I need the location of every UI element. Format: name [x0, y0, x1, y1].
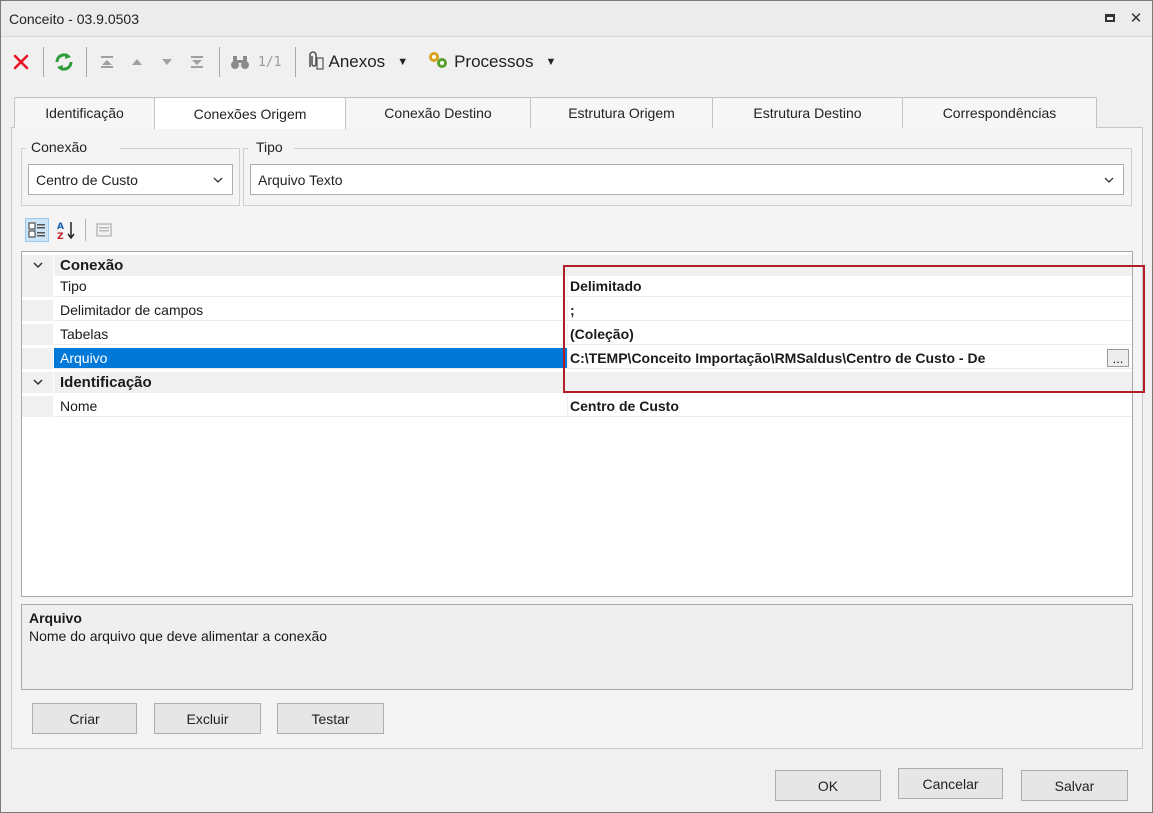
test-button[interactable]: Testar: [277, 703, 384, 734]
toolbar-separator: [43, 47, 44, 77]
categorized-icon[interactable]: [25, 218, 49, 242]
file-path-value[interactable]: C:\TEMP\Conceito Importação\RMSaldus\Cen…: [570, 350, 985, 366]
tab-conexao-destino[interactable]: Conexão Destino: [345, 97, 531, 128]
property-row-arquivo[interactable]: Arquivo C:\TEMP\Conceito Importação\RMSa…: [22, 348, 1132, 369]
ok-button[interactable]: OK: [775, 770, 881, 801]
toolbar: 1/1 Anexos ▼ Processos ▼: [1, 38, 1152, 86]
binoculars-icon[interactable]: [226, 48, 254, 76]
property-name: Arquivo: [54, 348, 567, 369]
connection-select[interactable]: Centro de Custo: [28, 164, 233, 195]
connection-label: Conexão: [28, 139, 91, 155]
property-name: Delimitador de campos: [54, 300, 567, 321]
property-help-pane: Arquivo Nome do arquivo que deve aliment…: [21, 604, 1133, 690]
property-name: Tipo: [54, 276, 567, 297]
first-record-icon[interactable]: [93, 48, 121, 76]
tab-estrutura-origem[interactable]: Estrutura Origem: [530, 97, 713, 128]
refresh-icon[interactable]: [50, 48, 78, 76]
tab-correspondencias[interactable]: Correspondências: [902, 97, 1097, 128]
property-grid-toolbar: AZ: [21, 213, 1133, 247]
help-description: Nome do arquivo que deve alimentar a con…: [29, 628, 328, 644]
property-name: Nome: [54, 396, 567, 417]
chevron-down-icon[interactable]: [32, 376, 44, 388]
close-x-icon[interactable]: [7, 48, 35, 76]
processes-gear-icon: [426, 49, 450, 76]
next-record-icon[interactable]: [153, 48, 181, 76]
chevron-down-icon[interactable]: [32, 259, 44, 271]
tab-strip: Identificação Conexões Origem Conexão De…: [14, 97, 1097, 130]
cancel-button[interactable]: Cancelar: [898, 768, 1003, 799]
property-name: Tabelas: [54, 324, 567, 345]
toolbar-separator: [86, 47, 87, 77]
processes-menu[interactable]: Processos ▼: [426, 49, 556, 76]
category-label: Identificação: [54, 372, 1132, 393]
property-row-nome[interactable]: Nome Centro de Custo: [22, 396, 1132, 417]
property-value[interactable]: ;: [568, 300, 1132, 321]
svg-text:Z: Z: [57, 232, 64, 241]
previous-record-icon[interactable]: [123, 48, 151, 76]
help-title: Arquivo: [29, 610, 82, 626]
dialog-window: Conceito - 03.9.0503 ✕ 1/1 Anexos ▼ Proc…: [0, 0, 1153, 813]
chevron-down-icon: [213, 177, 223, 183]
create-button[interactable]: Criar: [32, 703, 137, 734]
chevron-down-icon: ▼: [545, 56, 557, 68]
processes-label: Processos: [454, 52, 534, 71]
chevron-down-icon: ▼: [397, 56, 409, 68]
tab-estrutura-destino[interactable]: Estrutura Destino: [712, 97, 903, 128]
connection-value: Centro de Custo: [36, 171, 138, 188]
tab-conexoes-origem[interactable]: Conexões Origem: [154, 97, 346, 130]
property-value[interactable]: Delimitado: [568, 276, 1132, 297]
category-row-identificacao[interactable]: Identificação: [22, 372, 1132, 393]
svg-text:A: A: [57, 222, 64, 232]
property-row-tipo[interactable]: Tipo Delimitado: [22, 276, 1132, 297]
tab-identificacao[interactable]: Identificação: [14, 97, 155, 128]
category-row-conexao[interactable]: Conexão: [22, 255, 1132, 276]
type-value: Arquivo Texto: [258, 171, 343, 188]
record-pager: 1/1: [258, 54, 282, 70]
delete-button[interactable]: Excluir: [154, 703, 261, 734]
type-label: Tipo: [253, 139, 286, 155]
toolbar-separator: [219, 47, 220, 77]
category-label: Conexão: [54, 255, 1132, 276]
close-window-icon[interactable]: ✕: [1128, 10, 1144, 27]
restore-icon[interactable]: [1102, 10, 1118, 26]
property-pages-icon[interactable]: [92, 218, 116, 242]
chevron-down-icon: [1104, 177, 1114, 183]
paperclip-icon: [302, 49, 325, 76]
browse-ellipsis-button[interactable]: ...: [1107, 349, 1129, 367]
property-grid: Conexão Tipo Delimitado Delimitador de c…: [21, 251, 1133, 597]
property-row-tabelas[interactable]: Tabelas (Coleção): [22, 324, 1132, 345]
attachments-label: Anexos: [328, 52, 386, 71]
type-select[interactable]: Arquivo Texto: [250, 164, 1124, 195]
last-record-icon[interactable]: [183, 48, 211, 76]
alphabetical-sort-icon[interactable]: AZ: [55, 218, 79, 242]
toolbar-separator: [295, 47, 297, 77]
attachments-menu[interactable]: Anexos ▼: [302, 49, 408, 76]
title-bar: Conceito - 03.9.0503 ✕: [1, 1, 1152, 37]
save-button[interactable]: Salvar: [1021, 770, 1128, 801]
property-value[interactable]: (Coleção): [568, 324, 1132, 345]
property-value-input[interactable]: C:\TEMP\Conceito Importação\RMSaldus\Cen…: [568, 348, 1132, 369]
property-row-delimitador[interactable]: Delimitador de campos ;: [22, 300, 1132, 321]
property-value[interactable]: Centro de Custo: [568, 396, 1132, 417]
window-title: Conceito - 03.9.0503: [9, 10, 139, 27]
